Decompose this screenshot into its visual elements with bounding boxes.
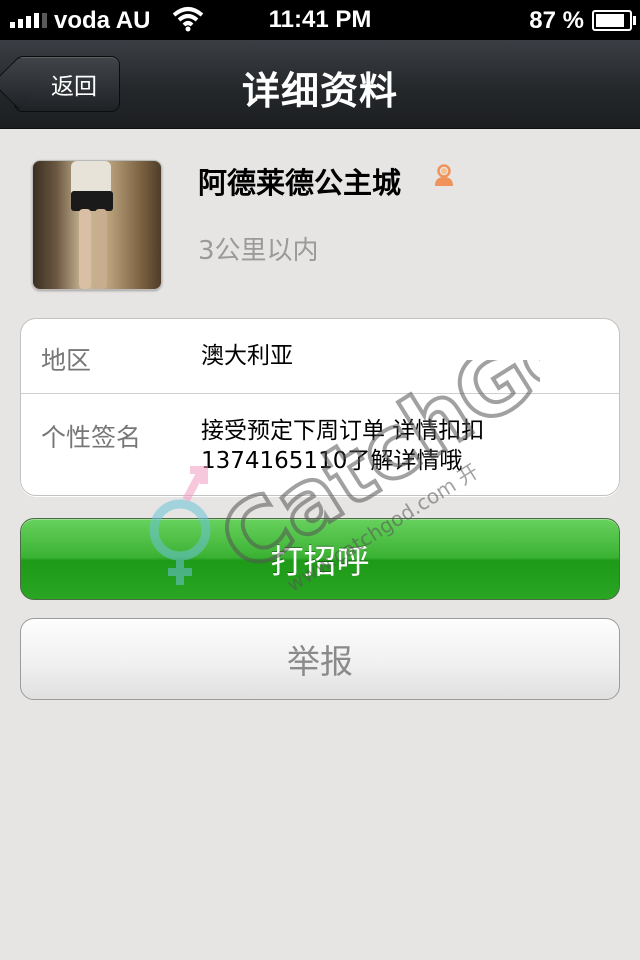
report-button[interactable]: 举报: [20, 618, 620, 700]
battery-percent: 87 %: [529, 7, 584, 34]
avatar[interactable]: [32, 160, 162, 290]
status-bar: voda AU 11:41 PM 87 %: [0, 0, 640, 40]
signature-row: 个性签名 接受预定下周订单 详情扣扣1374165110了解详情哦: [21, 394, 619, 494]
female-user-icon: [432, 163, 456, 187]
signature-value: 接受预定下周订单 详情扣扣1374165110了解详情哦: [201, 418, 485, 474]
region-label: 地区: [41, 346, 92, 375]
region-value: 澳大利亚: [201, 343, 293, 369]
battery-level: [596, 14, 625, 27]
battery-icon: [592, 10, 636, 31]
region-row: 地区 澳大利亚: [21, 319, 619, 394]
distance-text: 3公里以内: [198, 236, 319, 266]
nickname: 阿德莱德公主城: [198, 166, 402, 200]
signature-label: 个性签名: [41, 423, 142, 452]
greet-button[interactable]: 打招呼: [20, 518, 620, 600]
back-button-label: 返回: [51, 74, 97, 100]
navigation-bar: 返回 详细资料: [0, 40, 640, 129]
info-card: 地区 澳大利亚 个性签名 接受预定下周订单 详情扣扣1374165110了解详情…: [20, 318, 620, 496]
